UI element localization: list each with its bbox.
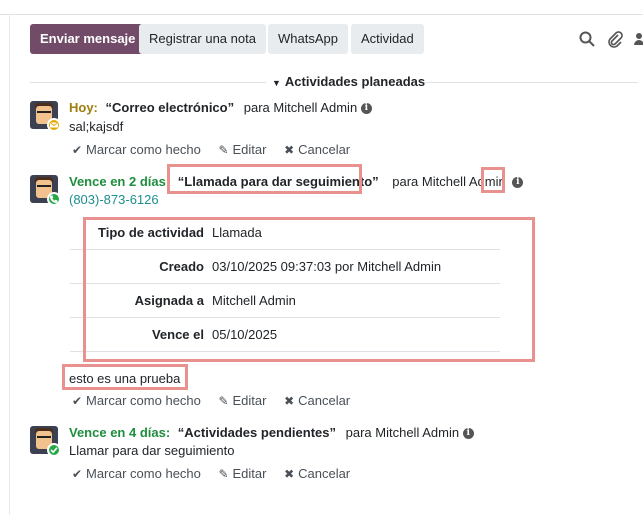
activity-note: Llamar para dar seguimiento — [69, 443, 235, 458]
edit-button[interactable]: ✎ Editar — [218, 393, 266, 408]
phone-link[interactable]: (803)-873-6126 — [69, 192, 159, 207]
mark-done-button[interactable]: ✔ Marcar como hecho — [71, 466, 201, 481]
search-icon[interactable] — [578, 30, 596, 48]
activity-status: Vence en 2 días: — [69, 174, 171, 189]
activity-actions: ✔ Marcar como hecho ✎ Editar ✖ Cancelar — [71, 142, 363, 157]
pencil-icon: ✎ — [218, 467, 229, 481]
check-icon — [47, 443, 61, 457]
activity-header: Hoy: “Correo electrónico” para Mitchell … — [69, 100, 372, 115]
left-divider — [9, 14, 10, 515]
close-icon: ✖ — [284, 394, 295, 408]
planned-activities-toggle[interactable]: ▼ Actividades planeadas — [272, 74, 425, 89]
whatsapp-button[interactable]: WhatsApp — [268, 24, 348, 54]
activity-assignee: para Mitchell Admin — [243, 100, 358, 115]
activity-actions: ✔ Marcar como hecho ✎ Editar ✖ Cancelar — [71, 393, 363, 408]
info-icon[interactable]: i — [512, 177, 524, 189]
activity-summary: “Correo electrónico” — [105, 100, 235, 115]
activity-actions: ✔ Marcar como hecho ✎ Editar ✖ Cancelar — [71, 466, 363, 481]
check-icon: ✔ — [71, 467, 83, 481]
send-message-button[interactable]: Enviar mensaje — [30, 24, 146, 54]
section-title: Actividades planeadas — [284, 74, 426, 89]
check-icon: ✔ — [71, 394, 83, 408]
check-icon: ✔ — [71, 143, 83, 157]
caret-down-icon: ▼ — [272, 78, 281, 88]
log-note-button[interactable]: Registrar una nota — [139, 24, 266, 54]
cancel-button[interactable]: ✖ Cancelar — [283, 393, 350, 408]
activity-summary: “Actividades pendientes” — [177, 425, 337, 440]
activity-assignee: para Mitchell Admin — [345, 425, 460, 440]
envelope-icon — [47, 118, 61, 132]
close-icon: ✖ — [284, 143, 295, 157]
highlight-summary — [167, 164, 362, 194]
activity-status: Vence en 4 días: — [69, 425, 171, 440]
info-icon[interactable]: i — [462, 428, 474, 440]
separator-line-right — [424, 82, 638, 83]
followers-icon[interactable] — [633, 30, 643, 48]
paperclip-icon[interactable] — [606, 30, 624, 48]
activity-status: Hoy: — [69, 100, 98, 115]
mark-done-button[interactable]: ✔ Marcar como hecho — [71, 142, 201, 157]
cancel-button[interactable]: ✖ Cancelar — [283, 142, 350, 157]
separator-line-left — [30, 82, 266, 83]
phone-icon — [47, 192, 61, 206]
activity-header: Vence en 4 días: “Actividades pendientes… — [69, 425, 474, 440]
close-icon: ✖ — [284, 467, 295, 481]
activity-button[interactable]: Actividad — [351, 24, 424, 54]
top-divider — [0, 14, 643, 15]
edit-button[interactable]: ✎ Editar — [218, 142, 266, 157]
info-icon[interactable]: i — [360, 103, 372, 115]
pencil-icon: ✎ — [218, 394, 229, 408]
highlight-note — [62, 364, 188, 390]
edit-button[interactable]: ✎ Editar — [218, 466, 266, 481]
mark-done-button[interactable]: ✔ Marcar como hecho — [71, 393, 201, 408]
cancel-button[interactable]: ✖ Cancelar — [283, 466, 350, 481]
highlight-info-icon — [481, 167, 505, 193]
highlight-details — [83, 217, 535, 362]
pencil-icon: ✎ — [218, 143, 229, 157]
activity-note: sal;kajsdf — [69, 119, 124, 134]
